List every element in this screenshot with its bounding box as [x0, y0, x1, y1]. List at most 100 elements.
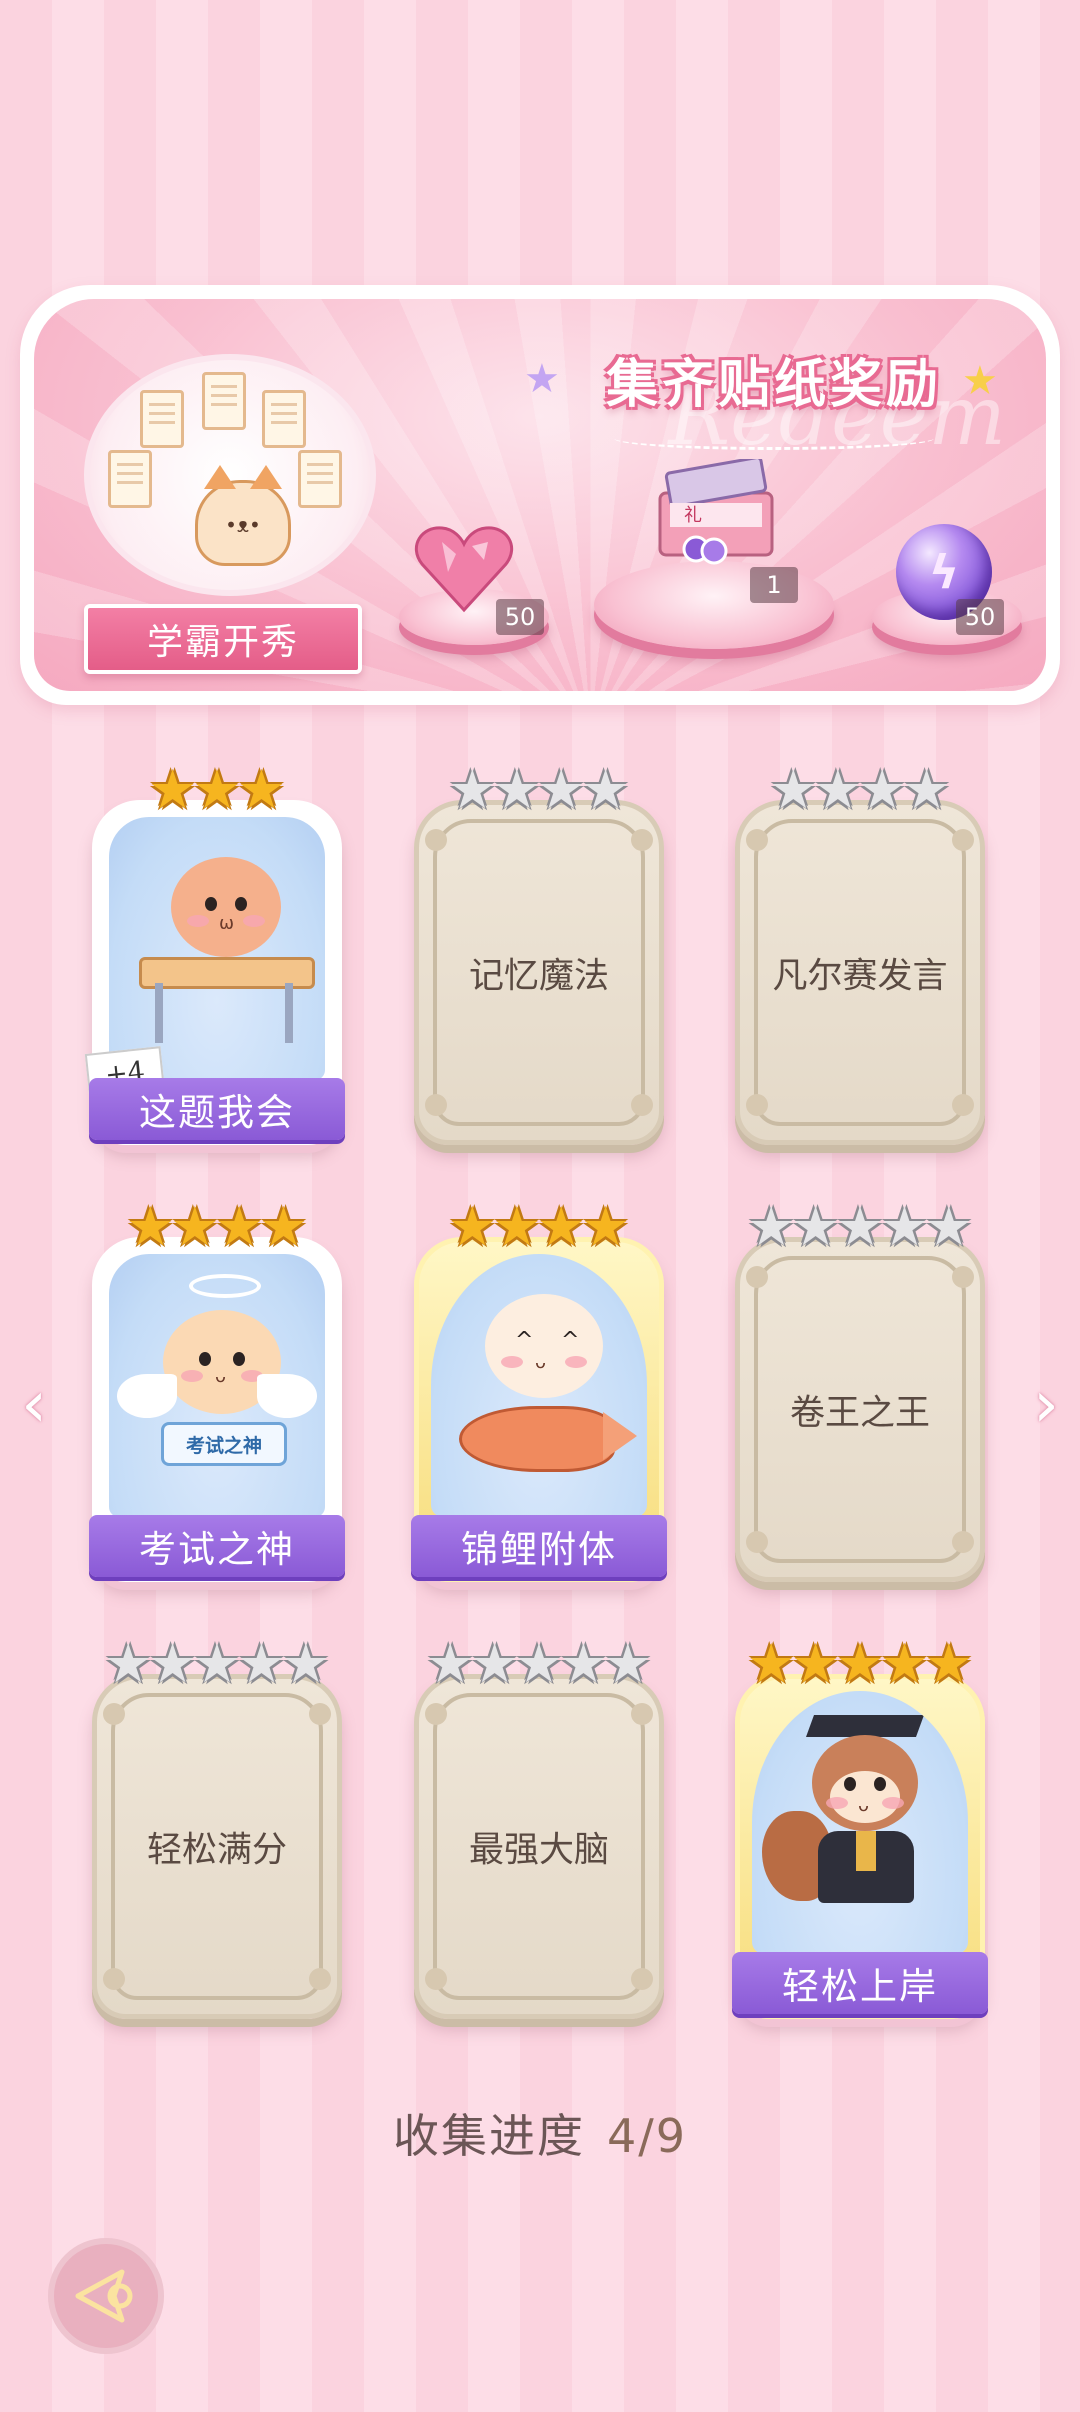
grey-star-icon: ★ — [880, 1195, 929, 1258]
wing-icon — [117, 1374, 177, 1418]
paper-icon — [108, 450, 152, 508]
sticker-card-collected[interactable]: ★ ★ ★ ω +4 这题我会 — [84, 763, 345, 1145]
sticker-name: 锦鲤附体 — [461, 1528, 617, 1571]
reward-pedestal — [594, 561, 834, 649]
gold-star-icon: ★ — [170, 1195, 219, 1258]
grey-star-icon: ★ — [470, 1632, 519, 1695]
bear-head: ^ ^ ᴗ — [485, 1294, 603, 1398]
gold-star-icon: ★ — [126, 1195, 175, 1258]
sticker-card-locked[interactable]: ★ ★ ★ ★ ★ 轻松满分 — [92, 1637, 342, 2019]
star-rating: ★ ★ ★ ★ — [419, 763, 659, 817]
sticker-name-plate: 轻松上岸 — [732, 1952, 988, 2014]
collection-progress: 收集进度 4/9 — [0, 2100, 1080, 2166]
sticker-name: 卷王之王 — [789, 1393, 930, 1433]
gold-star-icon: ★ — [537, 1195, 586, 1258]
grey-star-icon: ★ — [581, 758, 630, 821]
grey-star-icon: ★ — [858, 758, 907, 821]
back-arrow-icon — [75, 2269, 133, 2323]
grey-star-icon: ★ — [924, 1195, 974, 1258]
sticker-name: 这题我会 — [139, 1091, 295, 1134]
gold-star-icon: ★ — [835, 1632, 885, 1695]
sticker-card-collected[interactable]: ★ ★ ★ ★ ᴗ 考试之神 考试之神 — [89, 1200, 345, 1582]
exam-sign: 考试之神 — [161, 1422, 287, 1466]
reward-count: 50 — [956, 599, 1004, 635]
sticker-name: 最强大脑 — [468, 1830, 609, 1870]
gold-star-icon: ★ — [259, 1195, 308, 1258]
reward-count: 50 — [496, 599, 544, 635]
sticker-name: 凡尔赛发言 — [772, 956, 948, 996]
grey-star-icon: ★ — [425, 1632, 475, 1695]
gift-box-icon[interactable]: 礼 — [646, 456, 786, 569]
svg-text:礼: 礼 — [684, 505, 702, 526]
bear-head: ω — [171, 857, 281, 957]
halo-icon — [189, 1274, 261, 1298]
cat-mascot-icon: •ᴥ• — [195, 465, 291, 566]
graduation-cap-icon — [805, 1715, 925, 1737]
grey-star-icon: ★ — [603, 1632, 653, 1695]
paper-icon — [298, 450, 342, 508]
sticker-card-locked[interactable]: ★ ★ ★ ★ 记忆魔法 — [414, 763, 664, 1145]
grey-star-icon: ★ — [281, 1632, 331, 1695]
star-rating: ★ ★ ★ ★ — [97, 1200, 337, 1254]
star-rating: ★ ★ ★ ★ — [419, 1200, 659, 1254]
study-cat-medallion[interactable]: •ᴥ• — [84, 354, 376, 596]
gold-star-icon: ★ — [746, 1632, 796, 1695]
grey-star-icon: ★ — [492, 758, 541, 821]
reward-banner-background: Redeem ★ ★ 集齐贴纸奖励 •ᴥ• 学霸开秀 50 礼 1 ϟ 50 — [34, 299, 1046, 691]
star-rating: ★ ★ ★ ★ — [740, 763, 980, 817]
sticker-name: 轻松上岸 — [782, 1965, 938, 2008]
sticker-name-plate: 锦鲤附体 — [411, 1515, 667, 1577]
badge-ribbon-label: 学霸开秀 — [146, 622, 299, 663]
sticker-name: 轻松满分 — [146, 1830, 287, 1870]
bear-with-koi-illustration: ^ ^ ᴗ — [431, 1254, 647, 1517]
star-rating: ★ ★ ★ ★ ★ — [740, 1637, 980, 1691]
grey-star-icon: ★ — [237, 1632, 286, 1695]
gold-star-icon: ★ — [215, 1195, 264, 1258]
grey-star-icon: ★ — [192, 1632, 242, 1695]
gold-star-icon: ★ — [448, 1195, 497, 1258]
paper-icon — [140, 390, 184, 448]
graduation-gown — [818, 1831, 914, 1903]
grey-star-icon: ★ — [769, 758, 818, 821]
bear-at-desk-illustration: ω — [109, 817, 325, 1080]
paper-icon — [202, 372, 246, 430]
gold-star-icon: ★ — [492, 1195, 541, 1258]
angel-cat-illustration: ᴗ 考试之神 — [109, 1254, 325, 1517]
sticker-card-collected[interactable]: ★ ★ ★ ★ ★ ᴗ 轻松上岸 — [732, 1637, 988, 2019]
grey-star-icon: ★ — [448, 758, 497, 821]
progress-value: 4/9 — [606, 2109, 688, 2163]
reward-count: 1 — [750, 567, 798, 603]
sticker-name: 记忆魔法 — [468, 956, 609, 996]
gold-star-icon: ★ — [192, 758, 242, 821]
gold-star-icon: ★ — [880, 1632, 929, 1695]
koi-fish-icon — [459, 1406, 615, 1472]
chevron-left-icon[interactable]: ‹ — [14, 1368, 54, 1442]
sticker-name-plate: 考试之神 — [89, 1515, 345, 1577]
gold-star-icon: ★ — [581, 1195, 630, 1258]
grey-star-icon: ★ — [835, 1195, 885, 1258]
sticker-card-locked[interactable]: ★ ★ ★ ★ 凡尔赛发言 — [735, 763, 985, 1145]
grey-star-icon: ★ — [791, 1195, 840, 1258]
gold-star-icon: ★ — [148, 758, 197, 821]
grey-star-icon: ★ — [514, 1632, 564, 1695]
graduate-squirrel-illustration: ᴗ — [752, 1691, 968, 1954]
grey-star-icon: ★ — [813, 758, 862, 821]
star-rating: ★ ★ ★ — [97, 763, 337, 817]
back-button[interactable] — [48, 2238, 164, 2354]
reward-banner: Redeem ★ ★ 集齐贴纸奖励 •ᴥ• 学霸开秀 50 礼 1 ϟ 50 — [20, 285, 1060, 705]
purple-star-icon: ★ — [524, 356, 560, 402]
banner-title: 集齐贴纸奖励 — [605, 354, 942, 415]
gold-star-icon: ★ — [237, 758, 286, 821]
wing-icon — [257, 1374, 317, 1418]
sticker-card-locked[interactable]: ★ ★ ★ ★ ★ 最强大脑 — [414, 1637, 664, 2019]
chevron-right-icon[interactable]: › — [1026, 1368, 1066, 1442]
paper-icon — [262, 390, 306, 448]
grey-star-icon: ★ — [902, 758, 951, 821]
progress-label: 收集进度 — [392, 2109, 585, 2163]
badge-ribbon: 学霸开秀 — [64, 604, 382, 674]
star-rating: ★ ★ ★ ★ ★ — [740, 1200, 980, 1254]
sticker-card-locked[interactable]: ★ ★ ★ ★ ★ 卷王之王 — [735, 1200, 985, 1582]
star-rating: ★ ★ ★ ★ ★ — [97, 1637, 337, 1691]
sticker-card-collected[interactable]: ★ ★ ★ ★ ^ ^ ᴗ 锦鲤附体 — [411, 1200, 667, 1582]
grey-star-icon: ★ — [148, 1632, 197, 1695]
